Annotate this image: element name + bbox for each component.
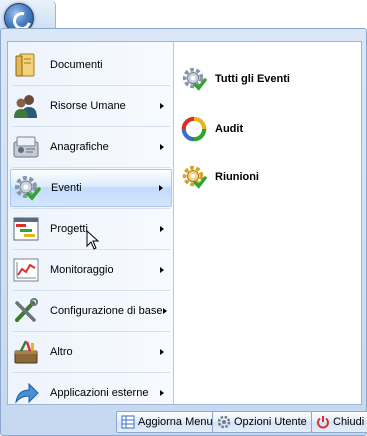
menu-item-label: Risorse Umane	[50, 100, 126, 112]
menu-separator	[12, 85, 170, 86]
submenu-arrow-icon	[160, 226, 164, 232]
power-icon	[317, 416, 329, 429]
submenu-arrow-icon	[160, 103, 164, 109]
refresh-menu-label: Aggiorna Menu	[138, 416, 213, 428]
menu-separator	[12, 331, 170, 332]
menu-item-risorse-umane[interactable]: Risorse Umane	[10, 87, 172, 125]
close-label: Chiudi	[333, 416, 365, 428]
menu-item-applicazioni-esterne[interactable]: Applicazioni esterne	[10, 374, 172, 412]
menu-item-label: Documenti	[50, 59, 103, 71]
menu-item-documenti[interactable]: Documenti	[10, 46, 172, 84]
gear-check-icon	[182, 67, 207, 91]
menu-item-altro[interactable]: Altro	[10, 333, 172, 371]
submenu-item-label: Riunioni	[215, 171, 259, 183]
submenu-item-label: Tutti gli Eventi	[215, 73, 290, 85]
menu-footer: Aggiorna Menu Opzioni Utente Chiudi	[1, 409, 367, 435]
submenu-item-label: Audit	[215, 123, 244, 135]
menu-item-label: Configurazione di base	[50, 305, 163, 317]
menu-item-configurazione-di-base[interactable]: Configurazione di base	[10, 292, 172, 330]
submenu-item-riunioni[interactable]: Riunioni	[181, 162, 357, 192]
submenu-arrow-icon	[160, 349, 164, 355]
menu-left-panel: Documenti Risorse Umane Anagrafiche Even…	[8, 42, 174, 404]
menu-separator	[12, 372, 170, 373]
menu-item-label: Monitoraggio	[50, 264, 114, 276]
submenu-item-audit[interactable]: Audit	[181, 114, 357, 144]
submenu-arrow-icon	[160, 390, 164, 396]
menu-item-anagrafiche[interactable]: Anagrafiche	[10, 128, 172, 166]
options-gear-icon	[217, 415, 231, 429]
submenu-panel: Tutti gli Eventi Audit Riunioni	[175, 42, 361, 404]
menu-separator	[12, 208, 170, 209]
folder-documents-icon	[15, 53, 35, 77]
menu-item-eventi[interactable]: Eventi	[10, 169, 172, 207]
gantt-chart-icon	[13, 217, 39, 241]
menu-separator	[12, 290, 170, 291]
menu-item-label: Anagrafiche	[50, 141, 109, 153]
submenu-arrow-icon	[162, 308, 167, 314]
menu-item-monitoraggio[interactable]: Monitoraggio	[10, 251, 172, 289]
share-arrow-icon	[15, 382, 39, 404]
menu-body: Documenti Risorse Umane Anagrafiche Even…	[7, 41, 362, 405]
menu-item-label: Altro	[50, 346, 73, 358]
line-chart-icon	[13, 258, 39, 282]
menu-separator	[12, 126, 170, 127]
audit-cycle-icon	[181, 116, 207, 142]
submenu-arrow-icon	[160, 144, 164, 150]
user-options-label: Opzioni Utente	[234, 416, 307, 428]
tools-icon	[15, 298, 38, 322]
menu-item-label: Progetti	[50, 223, 88, 235]
user-options-button[interactable]: Opzioni Utente	[212, 411, 312, 433]
submenu-arrow-icon	[160, 267, 164, 273]
menu-item-label: Applicazioni esterne	[50, 387, 149, 399]
submenu-item-tutti-gli-eventi[interactable]: Tutti gli Eventi	[181, 64, 357, 94]
contacts-icon	[13, 136, 39, 158]
grid-menu-icon	[121, 415, 135, 429]
application-menu: Documenti Risorse Umane Anagrafiche Even…	[0, 28, 367, 436]
gear-check-icon	[15, 176, 41, 201]
people-icon	[14, 95, 37, 118]
close-button[interactable]: Chiudi	[311, 411, 367, 433]
mouse-cursor-icon	[86, 230, 100, 250]
menu-item-label: Eventi	[51, 182, 82, 194]
gear-meeting-icon	[182, 165, 207, 189]
toolbox-icon	[14, 340, 38, 364]
menu-separator	[12, 167, 170, 168]
refresh-menu-button[interactable]: Aggiorna Menu	[116, 411, 218, 433]
submenu-arrow-icon	[159, 185, 163, 191]
